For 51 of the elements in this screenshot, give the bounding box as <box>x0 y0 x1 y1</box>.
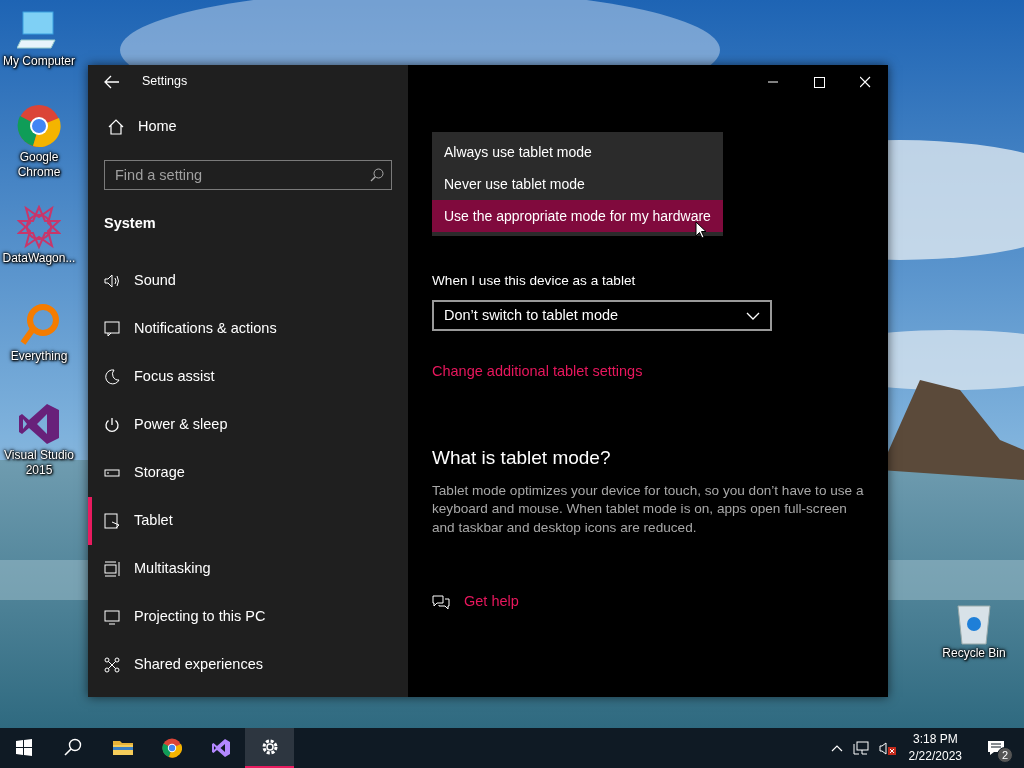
notification-count: 2 <box>997 747 1013 763</box>
sidebar-item[interactable]: Power & sleep <box>88 400 408 449</box>
search-icon <box>63 738 84 758</box>
dropdown[interactable]: Don’t switch to tablet mode <box>432 300 772 332</box>
cursor-icon <box>695 221 707 239</box>
sidebar-item[interactable]: Shared experiences <box>88 640 408 689</box>
home-icon <box>108 119 124 135</box>
sidebar-item[interactable]: Projecting to this PC <box>88 592 408 641</box>
menu-item[interactable]: Never use tablet mode <box>432 168 723 200</box>
desktop-icon-label[interactable]: Recycle Bin <box>942 646 1006 661</box>
chevron-up-icon[interactable] <box>830 744 843 752</box>
desktop-icon-label[interactable]: Google Chrome <box>0 150 79 180</box>
taskbar-button[interactable] <box>245 728 294 768</box>
home-nav-item[interactable]: Home <box>88 106 408 148</box>
description: Tablet mode optimizes your device for touch, so you don’t have to use a keyboard and mouse. When tablet mode is on, apps open full-screen and taskbar and desktop icons are reduced. <box>432 481 865 537</box>
share-icon <box>104 656 120 673</box>
section-heading: What is tablet mode? <box>432 446 612 471</box>
speaker-icon <box>104 272 120 289</box>
search-field[interactable]: Find a setting <box>104 160 392 190</box>
window-title: Settings <box>142 73 188 91</box>
sidebar-item[interactable]: Notifications & actions <box>88 304 408 353</box>
speech-bubble-icon <box>104 320 120 337</box>
moon-icon <box>104 368 120 385</box>
muted-speaker-icon[interactable] <box>878 740 897 756</box>
link[interactable]: Change additional tablet settings <box>432 361 643 384</box>
windows-icon <box>104 560 120 577</box>
menu-item[interactable]: Use the appropriate mode for my hardware <box>432 200 723 232</box>
chat-icon <box>432 594 450 611</box>
power-icon <box>104 416 120 433</box>
desktop-icon-label[interactable]: My Computer <box>3 54 75 69</box>
back-icon[interactable] <box>104 74 120 89</box>
folder-icon <box>112 738 133 758</box>
sidebar-item[interactable]: Focus assist <box>88 352 408 401</box>
sidebar-item[interactable]: Sound <box>88 256 408 305</box>
section-heading: System <box>104 214 157 233</box>
sidebar-item[interactable]: Storage <box>88 448 408 497</box>
network-icon[interactable] <box>852 740 869 756</box>
field-label: When I use this device as a tablet <box>432 272 637 290</box>
help-link[interactable]: Get help <box>464 591 519 614</box>
search-icon <box>370 168 384 182</box>
menu-item[interactable]: Always use tablet mode <box>432 136 723 168</box>
app-icon <box>210 738 231 758</box>
windows-logo-icon <box>14 738 35 758</box>
sidebar-item[interactable]: Multitasking <box>88 544 408 593</box>
round-app-icon[interactable] <box>17 104 61 150</box>
round-app-icon <box>161 738 182 758</box>
clock[interactable]: 3:18 PM 2/22/2023 <box>908 731 962 765</box>
monitor-icon <box>104 608 120 625</box>
tablet-icon <box>104 512 120 529</box>
chevron-icon <box>746 311 760 320</box>
star-icon[interactable] <box>17 205 61 251</box>
